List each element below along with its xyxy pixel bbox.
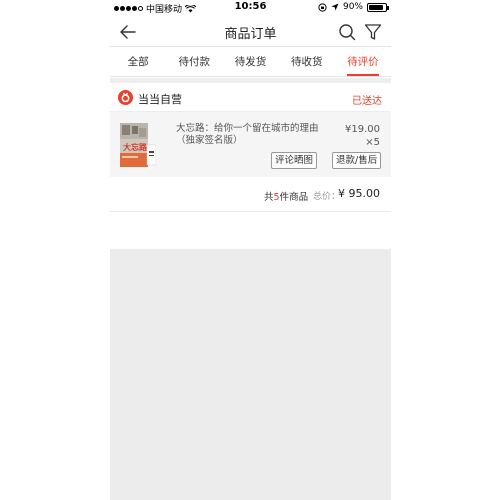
book-cover-title: 大忘路 bbox=[123, 142, 148, 152]
item-count-prefix: 共 bbox=[264, 192, 274, 203]
shop-header[interactable]: 当当自营 已送达 bbox=[110, 83, 391, 112]
product-title[interactable]: 大忘路：给你一个留在城市的理由 （独家签名版） bbox=[176, 123, 331, 147]
refund-button[interactable]: 退款/售后 bbox=[332, 152, 382, 169]
nav-bar: 商品订单 bbox=[110, 16, 391, 47]
status-bar: 中国移动 10:56 90% bbox=[110, 0, 391, 16]
battery-icon bbox=[367, 2, 389, 12]
product-row[interactable]: 大忘路 大忘路：给你一个留在城市的理由 （独家签名版） ¥19.00 ×5 评论… bbox=[110, 112, 391, 177]
item-count: 共5件商品 bbox=[264, 189, 308, 203]
location-icon bbox=[331, 3, 339, 11]
status-right: 90% bbox=[318, 2, 389, 12]
product-title-line2: （独家签名版） bbox=[176, 135, 243, 146]
product-price: ¥19.00 bbox=[345, 124, 380, 135]
battery-percent: 90% bbox=[342, 2, 363, 12]
tab-pending-receipt[interactable]: 待收货 bbox=[279, 48, 335, 76]
orientation-lock-icon bbox=[318, 2, 327, 12]
total-amount: ¥ 95.00 bbox=[338, 187, 380, 200]
tab-pending-shipment[interactable]: 待发货 bbox=[222, 48, 278, 76]
phone-screen: 中国移动 10:56 90% 商品订单 全部 待付款 待发货 待收货 待评价 当… bbox=[110, 0, 391, 500]
search-icon[interactable] bbox=[337, 22, 357, 42]
tab-pending-payment[interactable]: 待付款 bbox=[166, 48, 222, 76]
order-status: 已送达 bbox=[352, 96, 382, 107]
product-quantity: ×5 bbox=[365, 137, 380, 148]
order-summary: 共5件商品 总价： ¥ 95.00 bbox=[110, 177, 391, 212]
shop-name: 当当自营 bbox=[138, 93, 182, 106]
tab-pending-review[interactable]: 待评价 bbox=[335, 48, 391, 76]
tab-all[interactable]: 全部 bbox=[110, 48, 166, 76]
book-cover-image[interactable]: 大忘路 bbox=[120, 123, 156, 167]
order-tabs: 全部 待付款 待发货 待收货 待评价 bbox=[110, 48, 391, 77]
dangdang-logo-icon bbox=[118, 90, 133, 105]
total-label: 总价： bbox=[313, 192, 341, 202]
item-count-suffix: 件商品 bbox=[279, 192, 309, 203]
product-title-line1: 大忘路：给你一个留在城市的理由 bbox=[176, 123, 319, 134]
review-button[interactable]: 评论晒图 bbox=[271, 152, 318, 169]
empty-content-area bbox=[110, 249, 391, 500]
filter-icon[interactable] bbox=[363, 22, 383, 42]
